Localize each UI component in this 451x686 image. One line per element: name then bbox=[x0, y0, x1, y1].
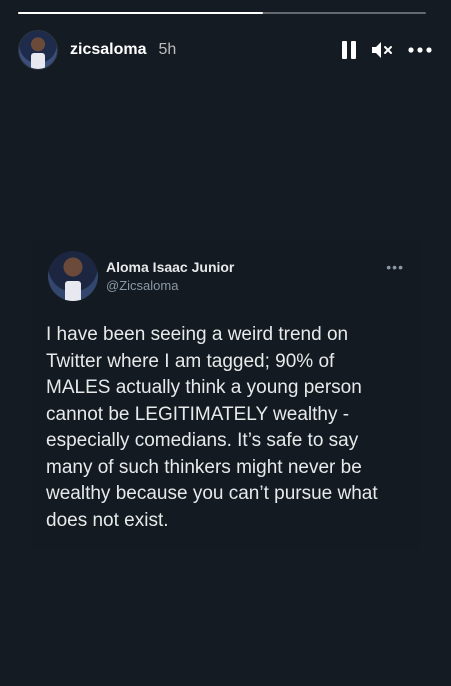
tweet-more-icon: ••• bbox=[386, 259, 404, 275]
tweet-handle: @Zicsaloma bbox=[106, 278, 179, 293]
tweet-author: Aloma Isaac Junior @Zicsaloma bbox=[106, 259, 234, 293]
tweet-avatar bbox=[48, 251, 98, 301]
story-username[interactable]: zicsaloma bbox=[70, 41, 146, 59]
story-progress-track bbox=[18, 12, 426, 14]
tweet-body: I have been seeing a weird trend on Twit… bbox=[46, 322, 411, 534]
story-header: zicsaloma 5h bbox=[18, 30, 433, 70]
tweet-display-name: Aloma Isaac Junior bbox=[106, 259, 235, 275]
tweet-line: Twitter where I am tagged; 90% of bbox=[46, 350, 335, 372]
tweet-header: Aloma Isaac Junior @Zicsaloma ••• bbox=[48, 250, 404, 302]
avatar[interactable] bbox=[18, 30, 58, 70]
tweet-line: many of such thinkers might never be bbox=[46, 456, 362, 478]
story-timestamp: 5h bbox=[158, 41, 177, 58]
mute-icon[interactable] bbox=[371, 40, 393, 60]
tweet-card: Aloma Isaac Junior @Zicsaloma ••• I have… bbox=[32, 240, 420, 548]
tweet-line: wealthy because you can’t pursue what bbox=[46, 483, 378, 504]
tweet-line: I have been seeing a weird trend on bbox=[46, 324, 349, 345]
pause-icon[interactable] bbox=[341, 40, 357, 60]
tweet-line: MALES actually think a young person bbox=[46, 377, 362, 398]
more-options-icon[interactable] bbox=[407, 46, 433, 54]
story-progress-fill bbox=[18, 12, 263, 14]
tweet-line: cannot be LEGITIMATELY wealthy - bbox=[46, 403, 350, 425]
tweet-line: especially comedians. It’s safe to say bbox=[46, 430, 359, 451]
tweet-line: does not exist. bbox=[46, 509, 169, 531]
story-controls bbox=[341, 40, 433, 60]
